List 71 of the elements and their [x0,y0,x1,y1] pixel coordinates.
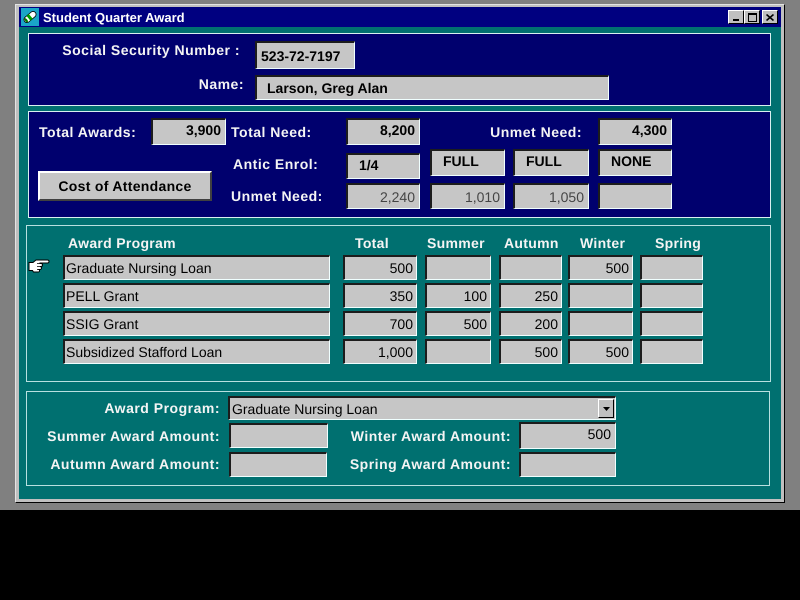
minimize-icon [733,19,739,21]
dropdown-button[interactable] [598,399,614,418]
column-header: Total [355,235,389,251]
amount-field[interactable]: 700 [343,311,417,336]
award-amount-field[interactable] [519,452,616,476]
capsule-icon [21,8,39,26]
antic-enrol-label: Antic Enrol: [233,156,318,172]
amount-field[interactable] [425,339,491,364]
amount-field[interactable]: 500 [568,255,633,280]
ssn-field[interactable]: 523-72-7197 [255,41,355,69]
amount-field[interactable]: 500 [568,339,633,364]
column-header: Award Program [68,235,176,251]
program-field[interactable]: Graduate Nursing Loan [63,255,330,280]
column-header: Spring [655,235,702,251]
award-program-dropdown[interactable]: Graduate Nursing Loan [228,396,616,420]
enrollment-field[interactable]: FULL [430,149,505,176]
total-awards-field[interactable]: 3,900 [151,118,226,145]
award-amount-label: Winter Award Amount: [350,428,511,444]
unmet-need-field[interactable]: 1,010 [430,183,505,209]
name-label: Name: [198,76,244,92]
amount-field[interactable] [568,311,633,336]
amount-field[interactable] [640,255,703,280]
amount-field[interactable] [640,339,703,364]
unmet-need-field[interactable]: 2,240 [346,183,420,209]
amount-field[interactable] [640,283,703,308]
ssn-label: Social Security Number : [62,42,240,58]
amount-field[interactable] [568,283,633,308]
award-amount-field[interactable] [229,423,328,448]
column-header: Winter [580,235,626,251]
window-title: Student Quarter Award [43,10,186,24]
amount-field[interactable]: 250 [499,283,562,308]
caret-down-icon [602,406,610,410]
award-amount-label: Autumn Award Amount: [50,456,220,472]
amount-field[interactable] [425,255,491,280]
amount-field[interactable]: 350 [343,283,417,308]
amount-field[interactable]: 100 [425,283,491,308]
award-amount-field[interactable] [229,452,327,476]
amount-field[interactable] [499,255,562,280]
amount-field[interactable]: 500 [499,339,562,364]
award-amount-label: Summer Award Amount: [47,428,220,444]
award-program-label: Award Program: [104,400,220,416]
minimize-button[interactable] [728,10,744,24]
program-field[interactable]: SSIG Grant [63,311,330,336]
unmet-need-field[interactable]: 4,300 [598,118,672,145]
unmet-need-field[interactable]: 1,050 [513,183,589,209]
award-amount-field[interactable]: 500 [519,422,616,449]
enrollment-field[interactable]: NONE [598,149,672,176]
total-awards-label: Total Awards: [39,124,136,140]
unmet-need-label: Unmet Need: [231,188,323,204]
name-field[interactable]: Larson, Greg Alan [255,75,609,100]
amount-field[interactable]: 500 [343,255,417,280]
total-need-label: Total Need: [231,124,312,140]
unmet-need-label: Unmet Need: [490,124,582,140]
amount-field[interactable]: 500 [425,311,491,336]
enrollment-field[interactable]: 1/4 [346,153,420,179]
column-header: Autumn [504,235,559,251]
unmet-need-field[interactable] [598,183,672,209]
cost-of-attendance-button[interactable]: Cost of Attendance [38,171,212,201]
amount-field[interactable]: 1,000 [343,339,417,364]
award-amount-label: Spring Award Amount: [350,456,511,472]
close-icon [766,14,774,20]
maximize-icon [748,12,756,22]
amount-field[interactable]: 200 [499,311,562,336]
total-need-field[interactable]: 8,200 [346,118,420,145]
enrollment-field[interactable]: FULL [513,149,589,176]
column-header: Summer [427,235,485,251]
amount-field[interactable] [640,311,703,336]
maximize-button[interactable] [744,10,760,24]
program-field[interactable]: Subsidized Stafford Loan [63,339,330,364]
program-field[interactable]: PELL Grant [63,283,330,308]
close-button[interactable] [762,10,778,24]
